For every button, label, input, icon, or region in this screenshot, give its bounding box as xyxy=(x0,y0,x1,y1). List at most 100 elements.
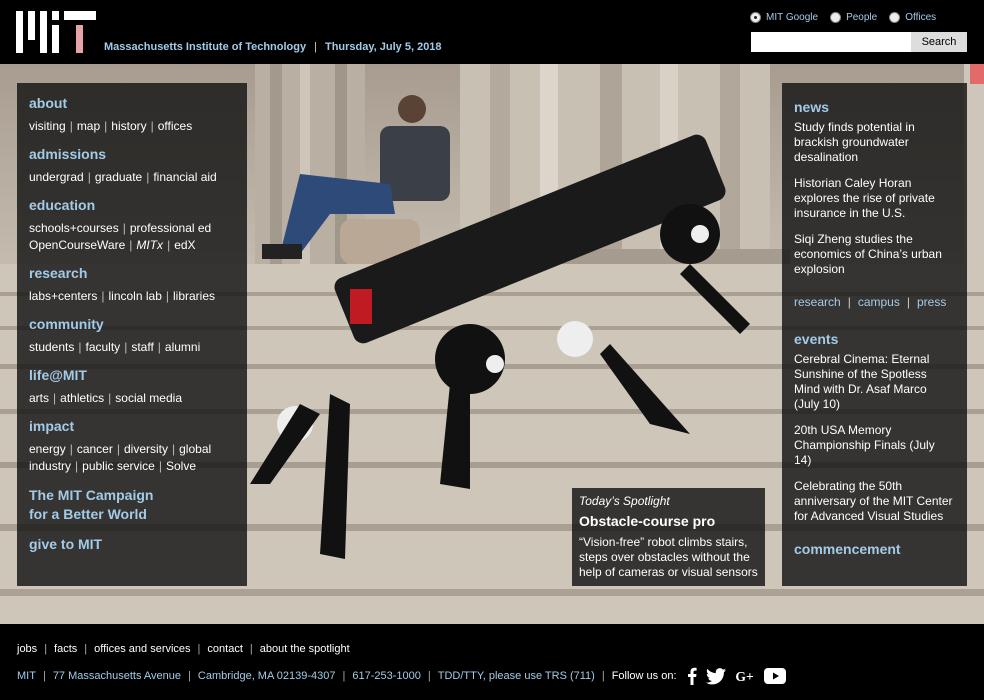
link-opencourseware[interactable]: OpenCourseWare xyxy=(29,238,125,252)
footer-mit[interactable]: MIT xyxy=(17,670,36,682)
news-story[interactable]: Siqi Zheng studies the economics of Chin… xyxy=(794,232,955,277)
divider: | xyxy=(78,340,82,354)
radio-selected-icon[interactable] xyxy=(750,12,761,23)
link-mitx[interactable]: MITx xyxy=(136,238,163,252)
nav-community: community students | faculty | staff | alumni xyxy=(29,316,235,356)
spotlight-description: “Vision-free” robot climbs stairs, steps… xyxy=(579,535,758,579)
search-option-people[interactable]: People xyxy=(830,12,877,23)
divider: | xyxy=(601,670,605,682)
link-energy[interactable]: energy xyxy=(29,442,66,456)
news-story[interactable]: Historian Caley Horan explores the rise … xyxy=(794,176,955,221)
news-heading[interactable]: news xyxy=(794,99,955,115)
facebook-icon[interactable] xyxy=(687,667,697,685)
nav-heading-life[interactable]: life@MIT xyxy=(29,367,235,383)
event-item[interactable]: Celebrating the 50th anniversary of the … xyxy=(794,479,955,524)
link-graduate[interactable]: graduate xyxy=(95,170,142,184)
link-news-press[interactable]: press xyxy=(917,295,946,309)
twitter-icon[interactable] xyxy=(705,667,726,685)
hero-spotlight[interactable]: about visiting | map | history | offices admis… xyxy=(0,64,984,624)
divider: | xyxy=(87,170,91,184)
nav-life: life@MIT arts | athletics | social media xyxy=(29,367,235,407)
radio-label: MIT Google xyxy=(766,12,819,23)
nav-heading-about[interactable]: about xyxy=(29,95,235,111)
link-staff[interactable]: staff xyxy=(131,340,153,354)
footer-link-about-spotlight[interactable]: about the spotlight xyxy=(260,643,350,655)
youtube-icon[interactable] xyxy=(763,668,786,684)
footer-link-jobs[interactable]: jobs xyxy=(17,643,37,655)
footer-link-offices-services[interactable]: offices and services xyxy=(94,643,190,655)
event-item[interactable]: Cerebral Cinema: Eternal Sunshine of the… xyxy=(794,352,955,412)
campaign-link[interactable]: The MIT Campaign for a Better World xyxy=(29,486,235,524)
search-option-offices[interactable]: Offices xyxy=(889,12,936,23)
link-global[interactable]: global xyxy=(179,442,211,456)
link-industry[interactable]: industry xyxy=(29,459,71,473)
divider: | xyxy=(157,340,161,354)
divider: | xyxy=(188,670,191,682)
nav-heading-education[interactable]: education xyxy=(29,197,235,213)
radio-icon[interactable] xyxy=(830,12,842,23)
link-map[interactable]: map xyxy=(77,119,100,133)
footer-link-contact[interactable]: contact xyxy=(207,643,242,655)
search-button[interactable]: Search xyxy=(911,32,967,52)
footer-address[interactable]: 77 Massachusetts Avenue xyxy=(53,670,181,682)
divider: | xyxy=(906,295,910,309)
link-alumni[interactable]: alumni xyxy=(165,340,200,354)
nav-admissions: admissions undergrad | graduate | financial … xyxy=(29,146,235,186)
link-news-research[interactable]: research xyxy=(794,295,841,309)
nav-links-about: visiting | map | history | offices xyxy=(29,118,235,135)
link-lincoln-lab[interactable]: lincoln lab xyxy=(109,289,162,303)
link-athletics[interactable]: athletics xyxy=(60,391,104,405)
link-history[interactable]: history xyxy=(111,119,146,133)
nav-heading-community[interactable]: community xyxy=(29,316,235,332)
footer-phone: 617-253-1000 xyxy=(352,670,421,682)
link-edx[interactable]: edX xyxy=(174,238,195,252)
give-to-mit-link[interactable]: give to MIT xyxy=(29,536,235,552)
footer-tty: TDD/TTY, please use TRS (711) xyxy=(437,670,595,682)
follow-label: Follow us on: xyxy=(611,670,677,682)
link-diversity[interactable]: diversity xyxy=(124,442,168,456)
footer-link-facts[interactable]: facts xyxy=(54,643,77,655)
link-news-campus[interactable]: campus xyxy=(858,295,900,309)
link-solve[interactable]: Solve xyxy=(166,459,196,473)
nav-heading-admissions[interactable]: admissions xyxy=(29,146,235,162)
link-labs-centers[interactable]: labs+centers xyxy=(29,289,97,303)
divider: | xyxy=(104,119,108,133)
institute-name[interactable]: Massachusetts Institute of Technology xyxy=(104,41,306,53)
events-heading[interactable]: events xyxy=(794,331,955,347)
link-cancer[interactable]: cancer xyxy=(77,442,113,456)
divider: | xyxy=(122,221,126,235)
link-visiting[interactable]: visiting xyxy=(29,119,66,133)
nav-heading-research[interactable]: research xyxy=(29,265,235,281)
divider: | xyxy=(314,41,317,53)
news-story[interactable]: Study finds potential in brackish ground… xyxy=(794,120,955,165)
link-public-service[interactable]: public service xyxy=(82,459,155,473)
search-option-mit-google[interactable]: MIT Google xyxy=(750,12,818,23)
nav-links-research: labs+centers | lincoln lab | libraries xyxy=(29,288,235,305)
commencement-link[interactable]: commencement xyxy=(794,541,955,557)
divider: | xyxy=(165,289,169,303)
nav-links-education: schools+courses | professional ed OpenCour… xyxy=(29,220,235,254)
google-plus-icon[interactable]: G+ xyxy=(735,668,755,684)
search-input[interactable] xyxy=(751,32,911,52)
divider: | xyxy=(44,643,48,655)
link-professional-ed[interactable]: professional ed xyxy=(130,221,211,235)
nav-links-life: arts | athletics | social media xyxy=(29,390,235,407)
link-social-media[interactable]: social media xyxy=(115,391,182,405)
divider: | xyxy=(69,442,73,456)
link-schools-courses[interactable]: schools+courses xyxy=(29,221,119,235)
link-libraries[interactable]: libraries xyxy=(173,289,215,303)
divider: | xyxy=(101,289,105,303)
mit-logo[interactable] xyxy=(16,11,96,53)
spotlight-caption[interactable]: Today’s Spotlight Obstacle-course pro “V… xyxy=(572,488,765,586)
link-offices[interactable]: offices xyxy=(158,119,192,133)
radio-icon[interactable] xyxy=(889,12,901,23)
link-students[interactable]: students xyxy=(29,340,74,354)
link-arts[interactable]: arts xyxy=(29,391,49,405)
footer-links: jobs | facts | offices and services | contact |… xyxy=(17,643,350,655)
spotlight-title[interactable]: Obstacle-course pro xyxy=(579,513,758,529)
event-item[interactable]: 20th USA Memory Championship Finals (Jul… xyxy=(794,423,955,468)
link-faculty[interactable]: faculty xyxy=(86,340,121,354)
link-undergrad[interactable]: undergrad xyxy=(29,170,84,184)
nav-heading-impact[interactable]: impact xyxy=(29,418,235,434)
link-financial-aid[interactable]: financial aid xyxy=(153,170,216,184)
